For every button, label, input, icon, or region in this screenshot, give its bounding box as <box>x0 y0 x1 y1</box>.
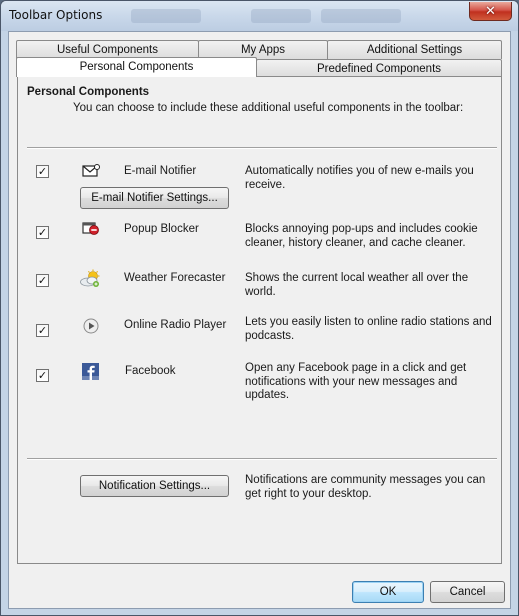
tab-additional-settings[interactable]: Additional Settings <box>327 40 502 59</box>
popup-blocker-label: Popup Blocker <box>124 223 199 235</box>
facebook-icon <box>81 362 101 382</box>
dialog-client-area: Useful Components My Apps Additional Set… <box>8 31 511 609</box>
weather-icon <box>79 269 103 289</box>
weather-forecaster-label: Weather Forecaster <box>124 272 226 284</box>
title-bar[interactable]: Toolbar Options ✕ <box>1 1 518 31</box>
popup-blocker-icon <box>81 220 101 240</box>
email-notifier-settings-button[interactable]: E-mail Notifier Settings... <box>80 187 229 209</box>
close-icon: ✕ <box>485 3 496 19</box>
section-description: You can choose to include these addition… <box>73 102 464 114</box>
toolbar-options-window: Toolbar Options ✕ Useful Components My A… <box>0 0 519 616</box>
notification-description: Notifications are community messages you… <box>245 474 486 500</box>
online-radio-player-checkbox[interactable]: ✓ <box>36 324 49 337</box>
tab-predefined-components[interactable]: Predefined Components <box>256 59 502 77</box>
popup-blocker-description: Blocks annoying pop-ups and includes coo… <box>245 223 478 249</box>
facebook-description: Open any Facebook page in a click and ge… <box>245 362 467 401</box>
separator <box>27 458 497 460</box>
separator <box>27 147 497 149</box>
email-notifier-label: E-mail Notifier <box>124 165 197 177</box>
background-blur <box>251 9 311 23</box>
weather-forecaster-checkbox[interactable]: ✓ <box>36 274 49 287</box>
notification-settings-button[interactable]: Notification Settings... <box>80 475 229 497</box>
background-blur <box>131 9 201 23</box>
email-notifier-description: Automatically notifies you of new e-mail… <box>245 165 474 191</box>
facebook-checkbox[interactable]: ✓ <box>36 369 49 382</box>
close-button[interactable]: ✕ <box>469 2 512 21</box>
envelope-icon <box>81 161 101 181</box>
email-notifier-checkbox[interactable]: ✓ <box>36 165 49 178</box>
weather-forecaster-description: Shows the current local weather all over… <box>245 272 469 298</box>
radio-play-icon <box>81 316 101 336</box>
online-radio-player-description: Lets you easily listen to online radio s… <box>245 316 492 342</box>
section-title: Personal Components <box>27 86 150 98</box>
tab-panel-personal-components: Personal Components You can choose to in… <box>17 76 502 564</box>
tab-personal-components[interactable]: Personal Components <box>16 57 257 77</box>
window-title: Toolbar Options <box>9 8 103 22</box>
cancel-button[interactable]: Cancel <box>430 581 505 603</box>
background-blur <box>321 9 401 23</box>
facebook-label: Facebook <box>125 365 176 377</box>
ok-button[interactable]: OK <box>352 581 424 603</box>
online-radio-player-label: Online Radio Player <box>124 319 227 331</box>
popup-blocker-checkbox[interactable]: ✓ <box>36 226 49 239</box>
